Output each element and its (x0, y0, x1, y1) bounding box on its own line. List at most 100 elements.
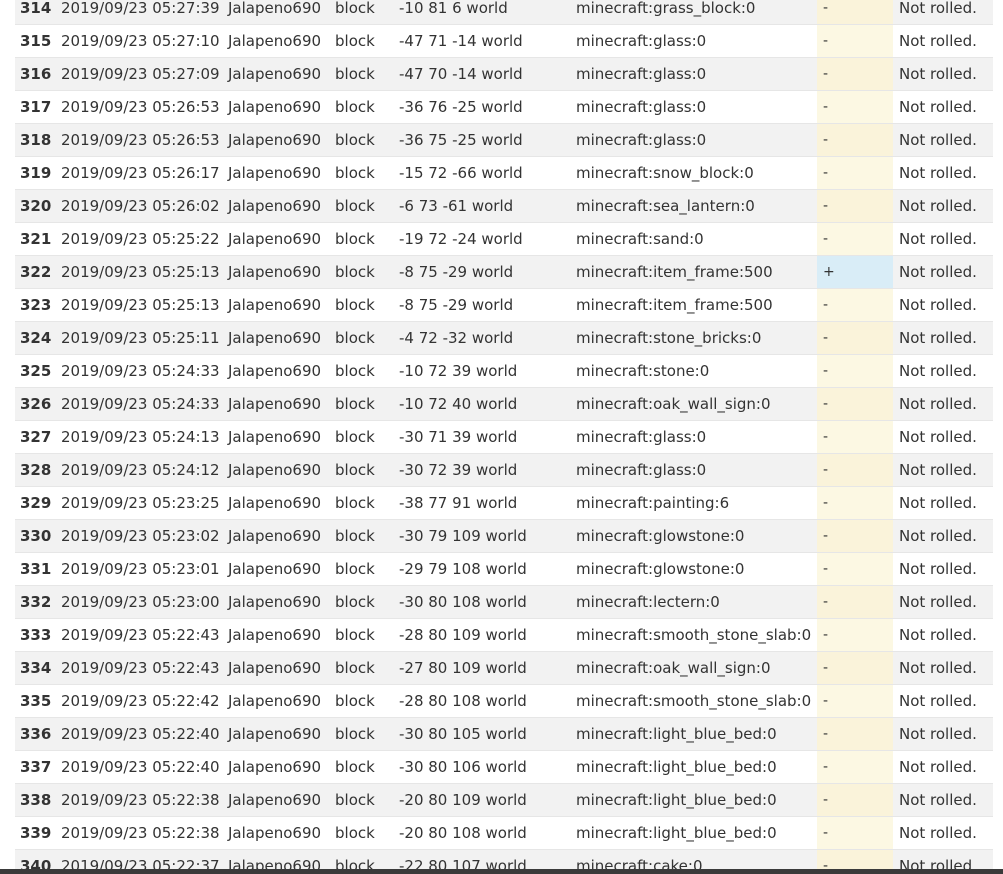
row-user: Jalapeno690 (223, 90, 330, 124)
row-block: minecraft:item_frame:500 (571, 255, 817, 289)
row-id: 324 (15, 321, 56, 355)
row-timestamp: 2019/09/23 05:23:00 (56, 585, 223, 619)
row-user: Jalapeno690 (223, 486, 330, 520)
row-timestamp: 2019/09/23 05:23:01 (56, 552, 223, 586)
table-row: 316 2019/09/23 05:27:09 Jalapeno690 block -4… (15, 57, 993, 91)
log-table-body: 314 2019/09/23 05:27:39 Jalapeno690 block -1… (15, 0, 993, 874)
window-bottom-edge (0, 869, 1003, 874)
row-rolled-status: Not rolled. (893, 783, 993, 817)
row-id: 317 (15, 90, 56, 124)
row-id: 323 (15, 288, 56, 322)
row-rolled-status: Not rolled. (893, 618, 993, 652)
row-action: - (817, 453, 893, 487)
row-timestamp: 2019/09/23 05:23:25 (56, 486, 223, 520)
row-user: Jalapeno690 (223, 255, 330, 289)
row-user: Jalapeno690 (223, 24, 330, 58)
row-block: minecraft:lectern:0 (571, 585, 817, 619)
row-action: - (817, 288, 893, 322)
row-id: 327 (15, 420, 56, 454)
row-rolled-status: Not rolled. (893, 684, 993, 718)
row-coordinates: -30 72 39 world (394, 453, 571, 487)
row-coordinates: -10 81 6 world (394, 0, 571, 25)
row-id: 338 (15, 783, 56, 817)
row-block: minecraft:smooth_stone_slab:0 (571, 618, 817, 652)
table-row: 324 2019/09/23 05:25:11 Jalapeno690 block -4… (15, 321, 993, 355)
table-row: 338 2019/09/23 05:22:38 Jalapeno690 block -2… (15, 783, 993, 817)
row-id: 333 (15, 618, 56, 652)
row-timestamp: 2019/09/23 05:24:12 (56, 453, 223, 487)
row-user: Jalapeno690 (223, 453, 330, 487)
row-coordinates: -29 79 108 world (394, 552, 571, 586)
row-user: Jalapeno690 (223, 783, 330, 817)
row-timestamp: 2019/09/23 05:25:13 (56, 255, 223, 289)
row-id: 316 (15, 57, 56, 91)
row-user: Jalapeno690 (223, 816, 330, 850)
row-id: 332 (15, 585, 56, 619)
table-row: 322 2019/09/23 05:25:13 Jalapeno690 block -8… (15, 255, 993, 289)
row-type: block (330, 618, 394, 652)
row-rolled-status: Not rolled. (893, 156, 993, 190)
row-block: minecraft:grass_block:0 (571, 0, 817, 25)
row-block: minecraft:glowstone:0 (571, 519, 817, 553)
table-row: 327 2019/09/23 05:24:13 Jalapeno690 block -3… (15, 420, 993, 454)
row-action: - (817, 57, 893, 91)
table-row: 317 2019/09/23 05:26:53 Jalapeno690 block -3… (15, 90, 993, 124)
table-row: 336 2019/09/23 05:22:40 Jalapeno690 block -3… (15, 717, 993, 751)
row-coordinates: -30 80 108 world (394, 585, 571, 619)
row-timestamp: 2019/09/23 05:27:09 (56, 57, 223, 91)
row-rolled-status: Not rolled. (893, 24, 993, 58)
row-type: block (330, 519, 394, 553)
row-coordinates: -30 80 105 world (394, 717, 571, 751)
row-type: block (330, 816, 394, 850)
table-row: 320 2019/09/23 05:26:02 Jalapeno690 block -6… (15, 189, 993, 223)
row-block: minecraft:oak_wall_sign:0 (571, 651, 817, 685)
row-timestamp: 2019/09/23 05:22:42 (56, 684, 223, 718)
row-coordinates: -30 80 106 world (394, 750, 571, 784)
row-block: minecraft:glass:0 (571, 24, 817, 58)
row-block: minecraft:snow_block:0 (571, 156, 817, 190)
row-id: 325 (15, 354, 56, 388)
row-type: block (330, 222, 394, 256)
row-block: minecraft:smooth_stone_slab:0 (571, 684, 817, 718)
row-coordinates: -8 75 -29 world (394, 288, 571, 322)
table-row: 329 2019/09/23 05:23:25 Jalapeno690 block -3… (15, 486, 993, 520)
row-timestamp: 2019/09/23 05:27:10 (56, 24, 223, 58)
row-action: - (817, 222, 893, 256)
row-user: Jalapeno690 (223, 750, 330, 784)
row-timestamp: 2019/09/23 05:22:43 (56, 651, 223, 685)
row-id: 322 (15, 255, 56, 289)
row-id: 320 (15, 189, 56, 223)
row-action: - (817, 750, 893, 784)
row-action: - (817, 189, 893, 223)
row-action: - (817, 420, 893, 454)
row-coordinates: -15 72 -66 world (394, 156, 571, 190)
row-user: Jalapeno690 (223, 552, 330, 586)
row-id: 319 (15, 156, 56, 190)
table-row: 339 2019/09/23 05:22:38 Jalapeno690 block -2… (15, 816, 993, 850)
row-action: - (817, 651, 893, 685)
row-rolled-status: Not rolled. (893, 486, 993, 520)
table-row: 325 2019/09/23 05:24:33 Jalapeno690 block -1… (15, 354, 993, 388)
row-timestamp: 2019/09/23 05:23:02 (56, 519, 223, 553)
row-coordinates: -19 72 -24 world (394, 222, 571, 256)
row-coordinates: -20 80 109 world (394, 783, 571, 817)
row-coordinates: -20 80 108 world (394, 816, 571, 850)
row-type: block (330, 585, 394, 619)
table-row: 315 2019/09/23 05:27:10 Jalapeno690 block -4… (15, 24, 993, 58)
table-row: 333 2019/09/23 05:22:43 Jalapeno690 block -2… (15, 618, 993, 652)
row-type: block (330, 321, 394, 355)
table-row: 314 2019/09/23 05:27:39 Jalapeno690 block -1… (15, 0, 993, 25)
row-block: minecraft:stone:0 (571, 354, 817, 388)
row-type: block (330, 288, 394, 322)
row-type: block (330, 684, 394, 718)
row-block: minecraft:light_blue_bed:0 (571, 717, 817, 751)
row-id: 335 (15, 684, 56, 718)
row-coordinates: -36 75 -25 world (394, 123, 571, 157)
row-user: Jalapeno690 (223, 387, 330, 421)
table-row: 334 2019/09/23 05:22:43 Jalapeno690 block -2… (15, 651, 993, 685)
row-rolled-status: Not rolled. (893, 387, 993, 421)
row-type: block (330, 387, 394, 421)
row-rolled-status: Not rolled. (893, 222, 993, 256)
row-user: Jalapeno690 (223, 651, 330, 685)
row-action: - (817, 816, 893, 850)
